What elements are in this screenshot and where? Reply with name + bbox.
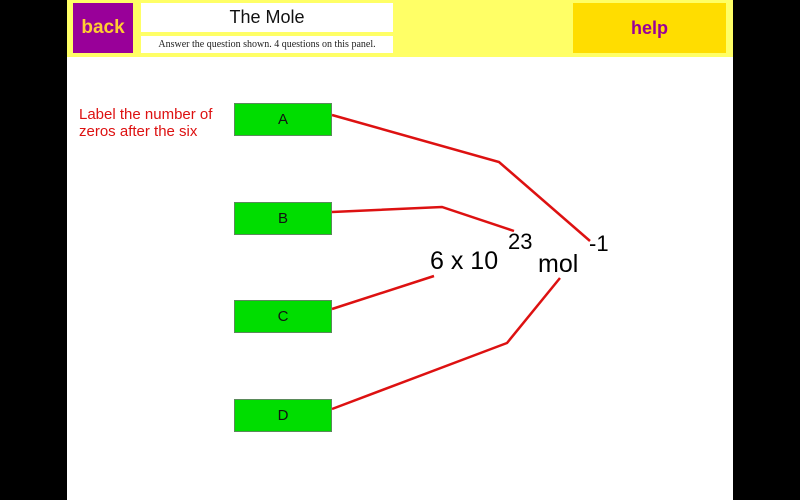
answer-box-c[interactable]: C [234, 300, 332, 333]
connector-line-a [331, 113, 591, 242]
formula-unit: mol [538, 250, 579, 278]
formula-unit-exponent: -1 [589, 231, 609, 256]
answer-box-d[interactable]: D [234, 399, 332, 432]
connector-line-c [331, 274, 435, 311]
connector-lines [331, 113, 591, 411]
connector-line-b [331, 205, 515, 233]
formula-coefficient: 6 x 10 [430, 247, 499, 275]
activity-panel: back The Mole Answer the question shown.… [67, 0, 733, 500]
answer-box-b[interactable]: B [234, 202, 332, 235]
answer-box-a[interactable]: A [234, 103, 332, 136]
formula-exponent: 23 [508, 229, 533, 254]
